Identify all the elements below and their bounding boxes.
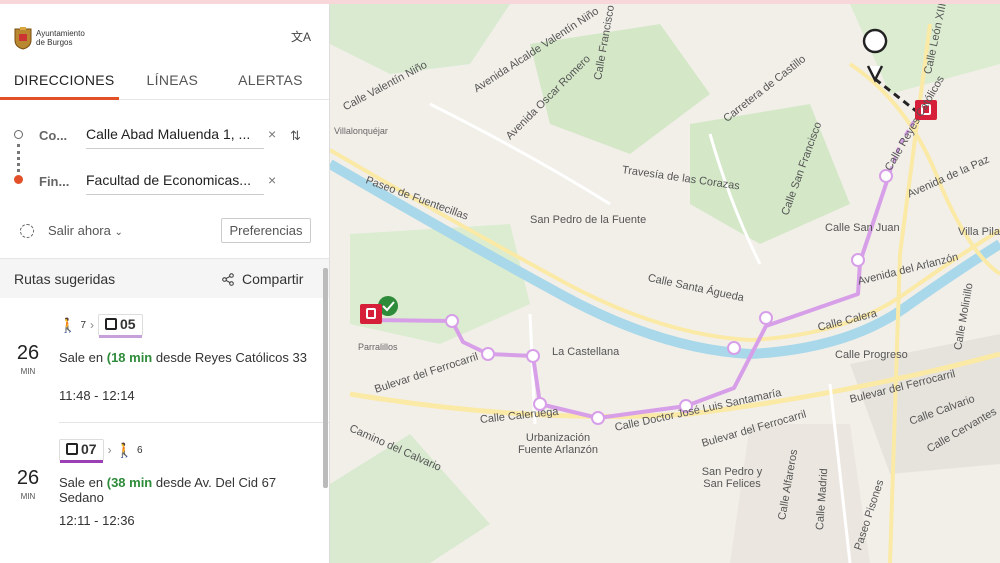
clear-origin-icon[interactable]: × [268, 126, 276, 142]
walk-icon: 🚶 [59, 316, 77, 333]
directions-panel: Ayuntamiento de Burgos 文A DIRECCIONES LÍ… [0, 4, 330, 563]
destination-label: Fin... [39, 174, 70, 189]
suggested-routes-header: Rutas sugeridas Compartir [0, 258, 329, 298]
map-view[interactable]: Avenida Alcalde Valentín Niño Calle Fran… [330, 4, 1000, 563]
logo-line-2: de Burgos [36, 38, 73, 47]
depart-time-select[interactable]: Salir ahora ⌄ [48, 223, 123, 238]
bus-line-number: 07 [81, 441, 97, 457]
departure-stop: desde Reyes Católicos [155, 350, 289, 365]
map-label: Parralillos [358, 342, 398, 352]
depart-label: Salir ahora [48, 223, 111, 238]
tab-alertas[interactable]: ALERTAS [212, 66, 317, 99]
bus-line-badge: 05 [98, 314, 143, 338]
clock-icon [20, 224, 34, 238]
clear-destination-icon[interactable]: × [268, 172, 276, 188]
share-icon [222, 272, 234, 286]
route-option[interactable]: 07 › 🚶 6 26 MIN Sale en (38 min desde Av… [17, 422, 329, 546]
route-form: Co... Calle Abad Maluenda 1, ... × ⇅ Fin… [0, 100, 329, 200]
departure-stop-suffix: Sedano [59, 490, 104, 505]
depart-row: Salir ahora ⌄ Preferencias [0, 200, 329, 258]
bus-line-number: 05 [120, 316, 136, 332]
map-label: La Castellana [552, 346, 620, 358]
origin-label: Co... [39, 128, 68, 143]
preferences-button[interactable]: Preferencias [221, 218, 311, 243]
route-option[interactable]: 🚶 7 › 05 26 MIN Sale en (18 min desde Re… [0, 298, 329, 422]
origin-input[interactable]: Calle Abad Maluenda 1, ... [86, 126, 264, 149]
map-label: San Pedro y San Felices [701, 466, 763, 490]
share-button[interactable]: Compartir [222, 271, 303, 287]
destination-marker-icon [14, 175, 23, 184]
time-range: 12:11 - 12:36 [59, 513, 135, 528]
origin-bus-stop-icon[interactable] [360, 304, 382, 324]
bus-line-badge: 07 [59, 439, 104, 463]
coat-of-arms-icon [14, 27, 32, 50]
map-label: Villa Pilar [958, 226, 1000, 238]
share-label: Compartir [242, 271, 304, 287]
walk-minutes: 6 [137, 444, 143, 456]
departure-info: Sale en (38 min desde Av. Del Cid 67 Sed… [59, 475, 277, 505]
walk-minutes: 7 [80, 319, 86, 331]
route-legs: 🚶 7 › 05 [59, 314, 143, 338]
route-legs: 07 › 🚶 6 [59, 439, 143, 463]
map-label: San Pedro de la Fuente [530, 214, 647, 226]
duration-unit: MIN [20, 492, 36, 501]
time-range: 11:48 - 12:14 [59, 388, 135, 403]
departure-info: Sale en (18 min desde Reyes Católicos 33 [59, 350, 307, 365]
swap-icon[interactable]: ⇅ [290, 128, 301, 144]
route-duration: 26 MIN [14, 467, 42, 501]
destination-input[interactable]: Facultad de Economicas... [86, 172, 264, 195]
tab-direcciones[interactable]: DIRECCIONES [0, 66, 129, 99]
map-label: Villalonquéjar [334, 126, 388, 136]
suggested-routes-title: Rutas sugeridas [14, 271, 116, 287]
tab-bar: DIRECCIONES LÍNEAS ALERTAS [0, 66, 329, 100]
departure-minutes: 18 min [111, 350, 153, 365]
scrollbar[interactable] [323, 268, 328, 488]
departure-stop-suffix: 33 [292, 350, 307, 365]
bus-icon [105, 318, 117, 330]
walk-icon: 🚶 [115, 441, 134, 458]
route-list: 🚶 7 › 05 26 MIN Sale en (18 min desde Re… [0, 298, 329, 546]
map-label: Calle San Juan [825, 222, 900, 234]
route-dots [17, 144, 20, 172]
duration-unit: MIN [20, 367, 36, 376]
city-logo[interactable]: Ayuntamiento de Burgos [14, 26, 85, 50]
duration-value: 26 [16, 467, 40, 489]
map-label: Urbanización Fuente Arlanzón [517, 432, 599, 456]
bus-icon [66, 443, 78, 455]
route-duration: 26 MIN [14, 342, 42, 376]
tab-lineas[interactable]: LÍNEAS [129, 66, 213, 99]
duration-value: 26 [16, 342, 40, 364]
translate-icon[interactable]: 文A [291, 28, 311, 45]
logo-line-1: Ayuntamiento [36, 29, 85, 38]
map-label: Calle Progreso [835, 349, 908, 361]
chevron-down-icon: ⌄ [114, 227, 123, 238]
departure-stop: desde Av. Del Cid 67 [155, 475, 277, 490]
header: Ayuntamiento de Burgos 文A [0, 4, 329, 66]
origin-marker-icon [14, 130, 23, 139]
departure-minutes: 38 min [111, 475, 153, 490]
chevron-right-icon: › [107, 443, 112, 457]
chevron-right-icon: › [90, 318, 94, 332]
